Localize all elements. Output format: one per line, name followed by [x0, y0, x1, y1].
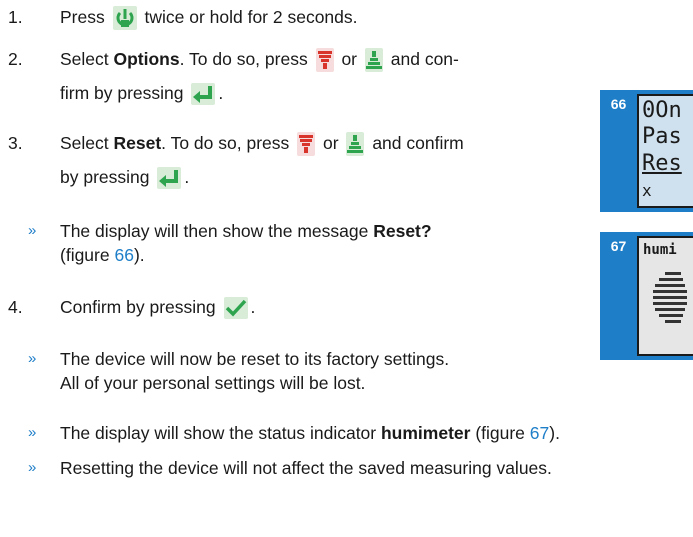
result-marker: » [28, 459, 37, 476]
step-text: Select Reset. To do so, press or and con… [60, 128, 550, 158]
arrow-up-icon [364, 48, 383, 73]
status-indicator-icon [649, 268, 689, 337]
result-2: » The device will now be reset to its fa… [0, 344, 600, 400]
step-4: 4. Confirm by pressing . [0, 292, 600, 326]
result-marker: » [28, 424, 37, 441]
figure-reference: 66 [114, 245, 134, 265]
lcd-display: 0On Pas Res x [637, 94, 693, 208]
figure-reference: 67 [529, 423, 550, 443]
arrow-down-icon [315, 48, 334, 73]
step-number: 4. [8, 297, 23, 317]
step-number: 3. [8, 133, 23, 153]
enter-icon [157, 167, 182, 190]
lcd-line: x [642, 181, 652, 200]
step-text: Press twice or hold for 2 seconds. [60, 2, 550, 32]
step-3: 3. Select Reset. To do so, press or and … [0, 128, 600, 198]
lcd-line: humi [643, 242, 677, 258]
lcd-line: Pas [642, 124, 682, 149]
arrow-up-icon [346, 132, 365, 157]
arrow-down-icon [297, 132, 316, 157]
step-number: 1. [8, 7, 23, 27]
result-1: » The display will then show the message… [0, 216, 600, 272]
enter-icon [191, 83, 216, 106]
lcd-display: humi [637, 236, 693, 356]
step-text: Select Options. To do so, press or and c… [60, 44, 550, 74]
step-1: 1. Press twice or hold for 2 seconds. [0, 2, 600, 36]
result-marker: » [28, 350, 37, 367]
power-icon [112, 6, 137, 31]
figure-label: 67 [610, 238, 627, 254]
lcd-line-selected: Res [642, 151, 682, 176]
figure-67: 67 humi [600, 232, 693, 360]
figure-label: 66 [610, 96, 627, 112]
checkmark-icon [223, 297, 248, 320]
lcd-line: 0On [642, 98, 682, 123]
figure-66: 66 0On Pas Res x [600, 90, 693, 212]
step-2: 2. Select Options. To do so, press or an… [0, 44, 600, 114]
result-marker: » [28, 222, 37, 239]
step-text: Confirm by pressing . [60, 292, 550, 322]
result-4: » Resetting the device will not affect t… [0, 453, 693, 483]
step-number: 2. [8, 49, 23, 69]
result-3: » The display will show the status indic… [0, 418, 693, 448]
